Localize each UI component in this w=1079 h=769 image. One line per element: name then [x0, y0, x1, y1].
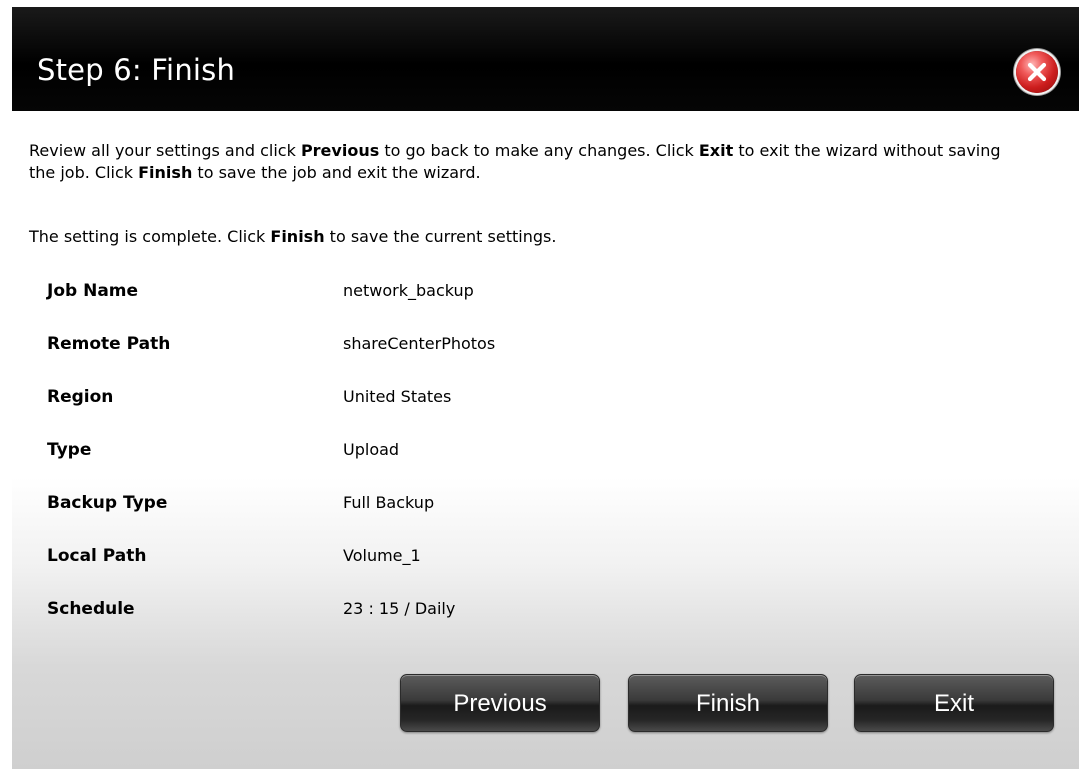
previous-button[interactable]: Previous: [400, 674, 600, 732]
setting-value: shareCenterPhotos: [343, 334, 496, 353]
instructions-finish-bold: Finish: [138, 163, 193, 182]
setting-label: Local Path: [47, 546, 147, 566]
instructions-part1: Review all your settings and click: [29, 141, 301, 160]
finish-button[interactable]: Finish: [628, 674, 828, 732]
setting-value: Volume_1: [343, 546, 421, 565]
instructions-text: Review all your settings and click Previ…: [29, 140, 1009, 184]
note-part2: to save the current settings.: [324, 227, 557, 246]
settings-row-schedule: Schedule 23 : 15 / Daily: [47, 588, 747, 641]
completion-note: The setting is complete. Click Finish to…: [29, 226, 556, 248]
finish-dialog: Step 6: Finish Review all your settings …: [12, 7, 1079, 769]
setting-value: United States: [343, 387, 452, 406]
instructions-part2: to go back to make any changes. Click: [379, 141, 699, 160]
setting-label: Schedule: [47, 599, 135, 619]
instructions-exit-bold: Exit: [698, 141, 734, 160]
settings-row-local-path: Local Path Volume_1: [47, 535, 747, 588]
close-icon: [1027, 62, 1047, 82]
dialog-content: Review all your settings and click Previ…: [29, 140, 1069, 619]
settings-row-backup-type: Backup Type Full Backup: [47, 482, 747, 535]
close-button[interactable]: [1016, 51, 1058, 93]
settings-row-job-name: Job Name network_backup: [47, 270, 747, 323]
exit-button[interactable]: Exit: [854, 674, 1054, 732]
instructions-part4: to save the job and exit the wizard.: [192, 163, 481, 182]
setting-label: Region: [47, 387, 114, 407]
setting-value: network_backup: [343, 281, 474, 300]
settings-row-region: Region United States: [47, 376, 747, 429]
dialog-titlebar: Step 6: Finish: [12, 7, 1079, 111]
settings-summary: Job Name network_backup Remote Path shar…: [47, 270, 747, 641]
note-part1: The setting is complete. Click: [29, 227, 271, 246]
settings-row-type: Type Upload: [47, 429, 747, 482]
setting-label: Job Name: [47, 281, 139, 301]
dialog-title: Step 6: Finish: [37, 53, 236, 87]
setting-value: 23 : 15 / Daily: [343, 599, 456, 618]
setting-value: Upload: [343, 440, 400, 459]
setting-label: Type: [47, 440, 92, 460]
setting-value: Full Backup: [343, 493, 435, 512]
settings-row-remote-path: Remote Path shareCenterPhotos: [47, 323, 747, 376]
setting-label: Backup Type: [47, 493, 168, 513]
note-finish-bold: Finish: [270, 227, 325, 246]
instructions-previous-bold: Previous: [300, 141, 380, 160]
setting-label: Remote Path: [47, 334, 171, 354]
